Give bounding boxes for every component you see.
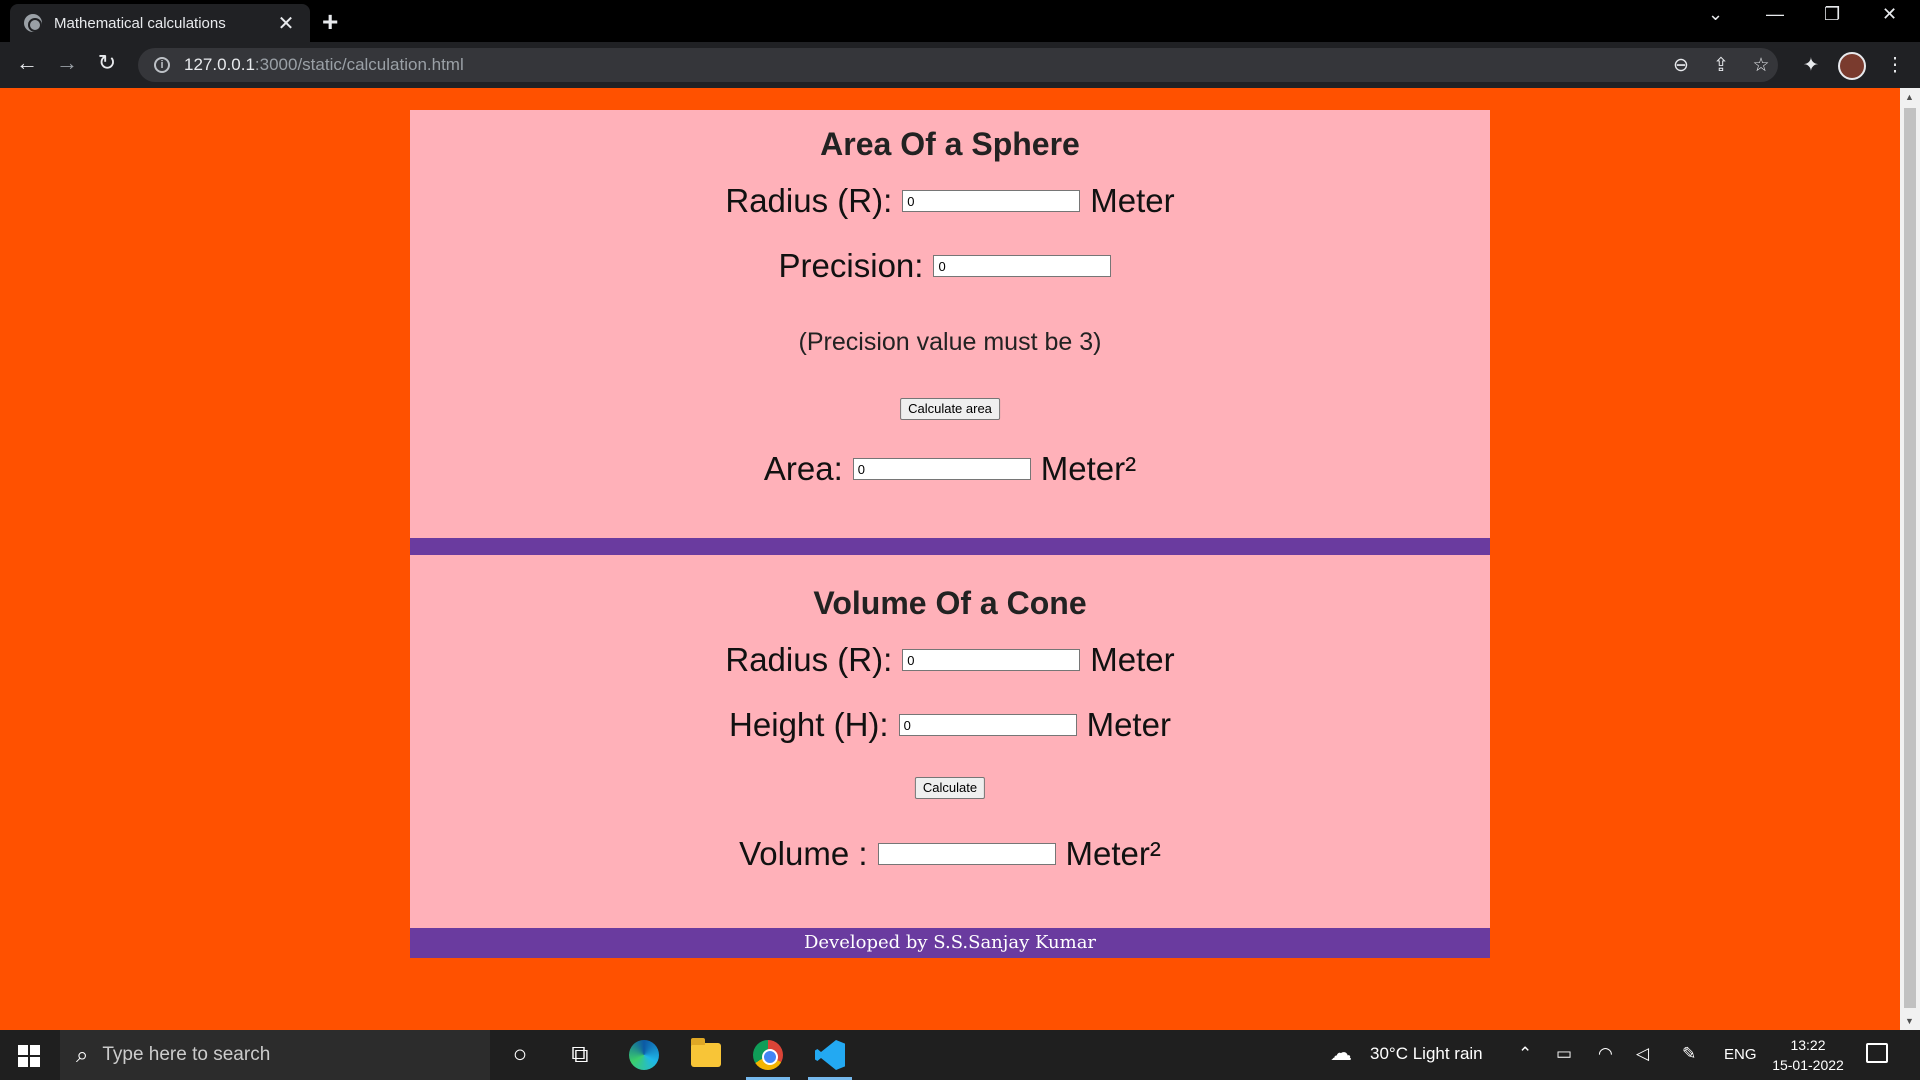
sphere-radius-input[interactable] — [902, 190, 1081, 212]
cone-height-unit: Meter — [1086, 706, 1171, 743]
notification-center-icon[interactable] — [1866, 1043, 1888, 1063]
windows-start-icon[interactable] — [18, 1045, 40, 1067]
tab-close-icon[interactable]: ✕ — [276, 11, 296, 36]
cone-radius-label: Radius (R): — [725, 641, 893, 678]
weather-text[interactable]: 30°C Light rain — [1370, 1044, 1483, 1064]
cone-radius-input[interactable] — [902, 649, 1081, 671]
taskbar-search-box[interactable]: ⌕ Type here to search — [60, 1030, 490, 1080]
reload-button[interactable]: ↻ — [92, 50, 122, 76]
pen-icon[interactable]: ✎ — [1682, 1044, 1696, 1064]
profile-avatar[interactable] — [1838, 52, 1866, 80]
sphere-panel: Area Of a Sphere Radius (R): Meter Preci… — [410, 110, 1490, 538]
search-icon: ⌕ — [76, 1042, 89, 1067]
cone-volume-output[interactable] — [877, 843, 1056, 865]
page-scrollbar[interactable]: ▲ ▼ — [1900, 88, 1920, 1030]
scroll-down-arrow-icon[interactable]: ▼ — [1905, 1016, 1914, 1026]
browser-tab[interactable]: Mathematical calculations ✕ — [10, 4, 310, 42]
extensions-icon[interactable]: ✦ — [1798, 54, 1824, 77]
sphere-area-label: Area: — [763, 450, 843, 487]
show-hidden-icons-chevron-icon[interactable]: ⌃ — [1518, 1044, 1532, 1064]
cone-height-input[interactable] — [898, 714, 1077, 736]
new-tab-button[interactable]: + — [322, 6, 338, 38]
sphere-radius-label: Radius (R): — [725, 182, 893, 219]
calculate-area-button[interactable]: Calculate area — [900, 398, 1000, 420]
zoom-icon[interactable]: ⊖ — [1668, 54, 1694, 77]
weather-cloud-icon[interactable]: ☁ — [1330, 1040, 1352, 1066]
url-host: 127.0.0.1 — [184, 55, 255, 74]
sphere-area-unit: Meter² — [1040, 450, 1137, 487]
page-footer: Developed by S.S.Sanjay Kumar — [410, 928, 1490, 958]
forward-button[interactable]: → — [52, 50, 82, 76]
cone-height-row: Height (H): Meter — [410, 706, 1490, 744]
language-indicator[interactable]: ENG — [1724, 1046, 1757, 1063]
cone-radius-row: Radius (R): Meter — [410, 641, 1490, 679]
cortana-icon[interactable]: ○ — [502, 1038, 538, 1072]
cone-height-label: Height (H): — [729, 706, 889, 743]
sphere-title: Area Of a Sphere — [820, 126, 1080, 162]
taskbar-clock[interactable]: 13:22 15-01-2022 — [1766, 1035, 1850, 1075]
edge-app-icon[interactable] — [626, 1038, 662, 1072]
close-window-button[interactable]: ✕ — [1882, 4, 1897, 25]
cone-volume-unit: Meter² — [1065, 835, 1161, 872]
browser-tabstrip: Mathematical calculations ✕ + ⌄ — ❐ ✕ — [0, 0, 1920, 42]
section-divider — [410, 538, 1490, 555]
browser-toolbar: ← → ↻ i 127.0.0.1:3000/static/calculatio… — [0, 42, 1920, 88]
task-view-icon[interactable]: ⧉ — [562, 1038, 598, 1072]
address-bar[interactable]: i 127.0.0.1:3000/static/calculation.html — [138, 48, 1778, 82]
restore-button[interactable]: ❐ — [1824, 4, 1840, 25]
globe-icon — [24, 14, 42, 32]
battery-icon[interactable]: ▭ — [1556, 1044, 1572, 1064]
sphere-precision-label: Precision: — [778, 247, 924, 284]
sphere-area-output[interactable] — [852, 458, 1031, 480]
sphere-precision-row: Precision: — [410, 247, 1490, 285]
volume-icon[interactable]: ◁ — [1636, 1044, 1649, 1064]
site-info-icon[interactable]: i — [154, 57, 170, 73]
sphere-area-row: Area: Meter² — [410, 450, 1490, 488]
chrome-app-icon[interactable] — [746, 1038, 790, 1080]
cone-volume-label: Volume : — [739, 835, 868, 872]
taskbar-search-placeholder: Type here to search — [102, 1044, 271, 1065]
cone-title: Volume Of a Cone — [813, 585, 1087, 621]
tab-search-icon[interactable]: ⌄ — [1708, 4, 1723, 25]
page-viewport: Area Of a Sphere Radius (R): Meter Preci… — [0, 88, 1900, 1030]
cone-radius-unit: Meter — [1090, 641, 1175, 678]
cone-panel: Volume Of a Cone Radius (R): Meter Heigh… — [410, 555, 1490, 928]
url-path: :3000/static/calculation.html — [254, 55, 464, 74]
minimize-button[interactable]: — — [1766, 4, 1784, 25]
file-explorer-icon[interactable] — [688, 1038, 724, 1072]
browser-menu-icon[interactable]: ⋮ — [1882, 54, 1908, 77]
clock-time: 13:22 — [1790, 1037, 1826, 1053]
clock-date: 15-01-2022 — [1772, 1057, 1844, 1073]
precision-note: (Precision value must be 3) — [798, 328, 1102, 356]
cone-volume-row: Volume : Meter² — [410, 835, 1490, 873]
vscode-app-icon[interactable] — [808, 1038, 852, 1080]
tab-title: Mathematical calculations — [54, 14, 226, 32]
sphere-radius-row: Radius (R): Meter — [410, 182, 1490, 220]
bookmark-star-icon[interactable]: ☆ — [1748, 54, 1774, 77]
sphere-precision-input[interactable] — [933, 255, 1112, 277]
scroll-up-arrow-icon[interactable]: ▲ — [1905, 92, 1914, 102]
share-icon[interactable]: ⇪ — [1708, 54, 1734, 77]
scrollbar-thumb[interactable] — [1904, 108, 1916, 1008]
back-button[interactable]: ← — [12, 50, 42, 76]
wifi-icon[interactable]: ◠ — [1598, 1044, 1613, 1064]
windows-taskbar: ⌕ Type here to search ○ ⧉ ☁ 30°C Light r… — [0, 1030, 1920, 1080]
sphere-radius-unit: Meter — [1090, 182, 1175, 219]
calculate-volume-button[interactable]: Calculate — [914, 777, 986, 799]
